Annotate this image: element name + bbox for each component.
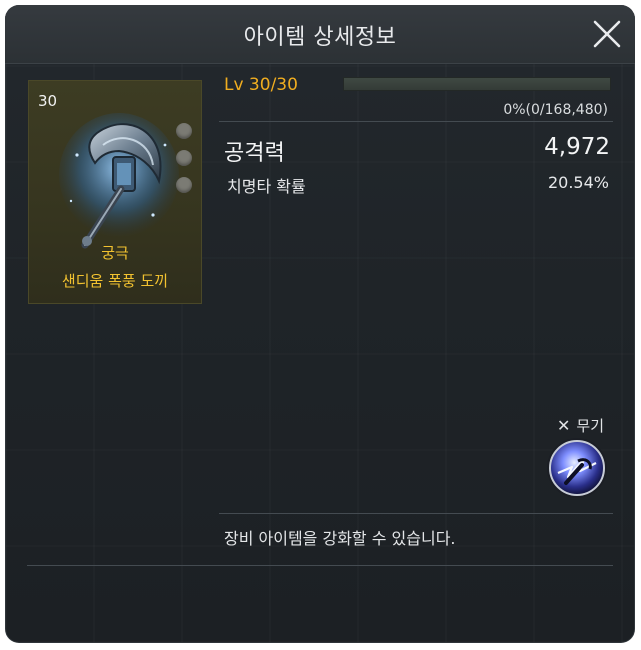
item-name: 샌디움 폭풍 도끼	[61, 272, 169, 290]
crit-rate-value: 20.54%	[547, 173, 609, 192]
socket-slots	[176, 123, 192, 204]
item-grade: 궁극	[101, 244, 129, 262]
xp-text: 0%(0/168,480)	[503, 102, 608, 118]
divider	[219, 121, 613, 122]
socket-slot	[176, 177, 192, 193]
weapon-skill-icon[interactable]	[546, 437, 608, 499]
header-bar: 아이템 상세정보	[5, 5, 635, 64]
socket-slot	[176, 150, 192, 166]
close-icon	[593, 20, 621, 48]
requirement-mark: ✕	[556, 416, 571, 435]
item-level-badge: 30	[38, 92, 58, 110]
storm-axe-icon	[59, 113, 179, 249]
socket-slot	[176, 123, 192, 139]
divider	[219, 513, 613, 514]
close-button[interactable]	[591, 18, 623, 50]
crit-rate-label: 치명타 확률	[227, 177, 306, 196]
item-card[interactable]: 30 궁극 샌디움 폭풍 도끼	[28, 80, 202, 304]
requirement-label: 무기	[576, 417, 604, 435]
attack-value: 4,972	[544, 134, 610, 160]
divider	[27, 565, 613, 566]
item-description: 장비 아이템을 강화할 수 있습니다.	[224, 529, 456, 548]
xp-progress-bar	[343, 77, 611, 91]
panel-title: 아이템 상세정보	[243, 25, 397, 50]
item-detail-panel: 아이템 상세정보 30 궁극 샌디움 폭풍 도끼 Lv 30/30 0%(0/1…	[5, 5, 635, 643]
requirement-weapon: ✕ 무기	[557, 415, 604, 436]
attack-label: 공격력	[224, 141, 285, 166]
item-level: Lv 30/30	[224, 75, 298, 95]
